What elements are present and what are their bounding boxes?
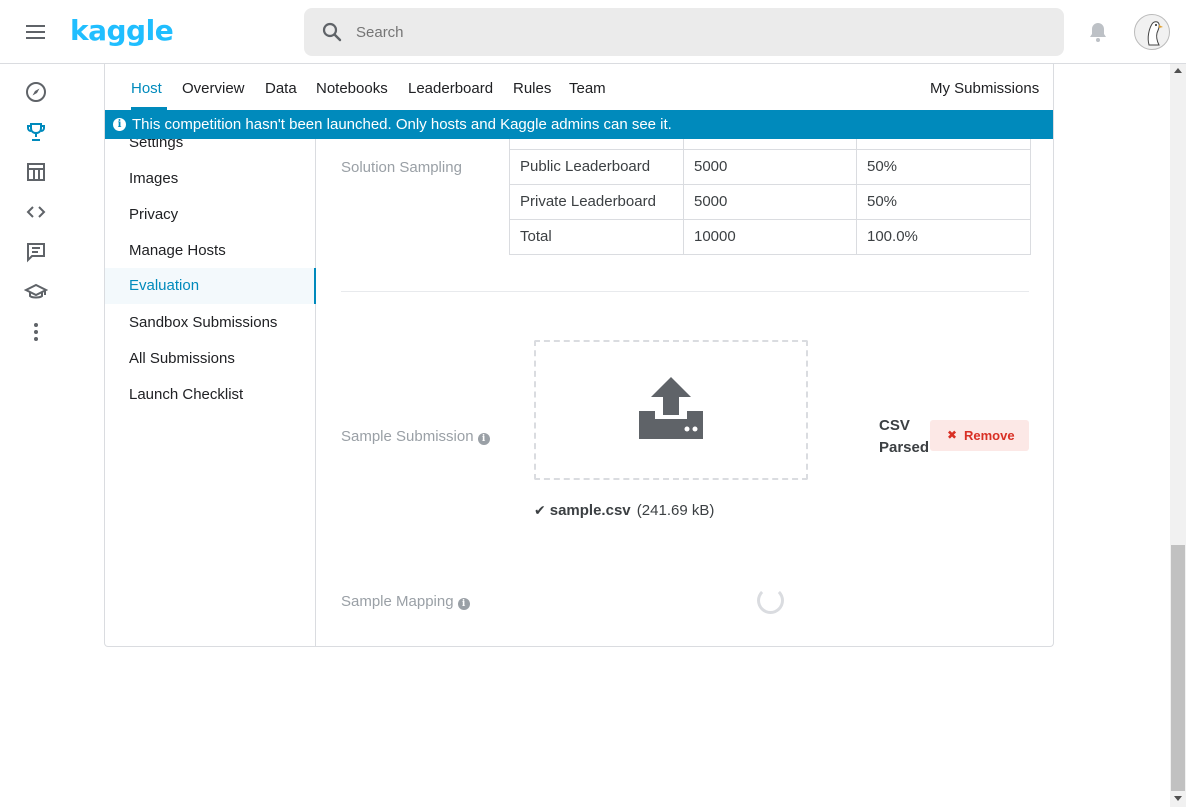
tab-notebooks[interactable]: Notebooks — [316, 80, 388, 97]
table-cell: Public Leaderboard — [509, 148, 684, 185]
close-icon: ✖ — [947, 428, 958, 442]
table-cell: Total — [509, 218, 684, 255]
scroll-up-arrow-icon[interactable] — [1174, 68, 1182, 73]
tab-my-submissions[interactable]: My Submissions — [930, 80, 1039, 97]
sidebar-item-manage-hosts[interactable]: Manage Hosts — [105, 233, 316, 269]
remove-button-label: Remove — [964, 428, 1015, 443]
host-settings-sidebar: Settings Images Privacy Manage Hosts Eva… — [105, 64, 316, 646]
sidebar-item-privacy[interactable]: Privacy — [105, 197, 316, 233]
sample-mapping-label: Sample Mapping i — [341, 593, 470, 610]
sidebar-item-label: Sandbox Submissions — [129, 314, 278, 331]
file-name: sample.csv — [549, 502, 631, 519]
tab-rules[interactable]: Rules — [513, 80, 551, 97]
search-input[interactable] — [356, 20, 1036, 44]
trophy-icon[interactable] — [24, 120, 48, 144]
competition-tabs: Host Overview Data Notebooks Leaderboard… — [105, 64, 1053, 110]
tab-leaderboard[interactable]: Leaderboard — [408, 80, 493, 97]
top-bar: kaggle — [0, 0, 1186, 64]
info-icon[interactable]: i — [457, 598, 470, 610]
avatar-goose-icon — [1147, 21, 1163, 46]
tab-team[interactable]: Team — [569, 80, 606, 97]
sidebar-item-images[interactable]: Images — [105, 161, 316, 197]
table-cell: Private Leaderboard — [509, 183, 684, 220]
sidebar-item-evaluation[interactable]: Evaluation — [105, 268, 316, 304]
sidebar-item-label: Evaluation — [129, 277, 200, 294]
more-vertical-icon[interactable] — [24, 320, 48, 344]
sample-submission-label-text: Sample Submission — [341, 428, 474, 445]
loading-spinner-icon — [757, 587, 784, 614]
sidebar-item-label: All Submissions — [129, 350, 235, 367]
competition-host-card: Settings Images Privacy Manage Hosts Eva… — [104, 64, 1054, 647]
solution-sampling-label: Solution Sampling — [341, 159, 462, 176]
tab-host[interactable]: Host — [131, 80, 162, 97]
sidebar-item-label: Launch Checklist — [129, 386, 244, 403]
left-icon-nav — [0, 64, 72, 807]
table-row: Total 10000 100.0% — [509, 218, 1031, 255]
table-cell: 100.0% — [856, 218, 1031, 255]
page-scrollbar[interactable] — [1170, 64, 1186, 807]
banner-text: This competition hasn't been launched. O… — [132, 116, 672, 133]
user-avatar[interactable] — [1134, 14, 1170, 50]
tab-overview[interactable]: Overview — [182, 80, 245, 97]
table-cell: 10000 — [683, 218, 857, 255]
code-icon[interactable] — [24, 200, 48, 224]
hamburger-menu-icon[interactable] — [24, 22, 48, 42]
compass-icon[interactable] — [24, 80, 48, 104]
table-row: Private Leaderboard 5000 50% — [509, 183, 1031, 220]
search-icon — [322, 22, 342, 42]
table-row: Public Leaderboard 5000 50% — [509, 148, 1031, 185]
file-size: (241.69 kB) — [636, 502, 715, 519]
sidebar-item-label: Privacy — [129, 206, 179, 223]
remove-file-button[interactable]: ✖ Remove — [930, 420, 1029, 451]
sidebar-item-launch-checklist[interactable]: Launch Checklist — [105, 377, 316, 413]
tab-data[interactable]: Data — [265, 80, 297, 97]
solution-sampling-table: Public Leaderboard 5000 50% Private Lead… — [509, 129, 1031, 255]
info-icon: i — [113, 118, 126, 131]
table-cell: 5000 — [683, 148, 857, 185]
scrollbar-thumb[interactable] — [1171, 545, 1185, 791]
table-icon[interactable] — [24, 160, 48, 184]
file-upload-dropzone[interactable] — [534, 340, 808, 480]
notifications-bell-icon[interactable] — [1086, 20, 1110, 44]
graduation-cap-icon[interactable] — [24, 280, 48, 304]
sidebar-item-label: Images — [129, 170, 179, 187]
info-icon[interactable]: i — [477, 433, 490, 445]
scroll-down-arrow-icon[interactable] — [1174, 796, 1182, 801]
sample-submission-label: Sample Submission i — [341, 428, 490, 445]
search-bar[interactable] — [304, 8, 1064, 56]
kaggle-logo[interactable]: kaggle — [70, 14, 174, 47]
checkmark-icon: ✔ — [534, 502, 546, 518]
upload-icon — [639, 377, 703, 439]
discussion-icon[interactable] — [24, 240, 48, 264]
uploaded-file-info: ✔ sample.csv (241.69 kB) — [534, 502, 714, 519]
sidebar-item-sandbox-submissions[interactable]: Sandbox Submissions — [105, 305, 316, 341]
sidebar-item-all-submissions[interactable]: All Submissions — [105, 341, 316, 377]
sidebar-item-label: Manage Hosts — [129, 242, 226, 259]
sample-mapping-label-text: Sample Mapping — [341, 593, 454, 610]
section-divider — [341, 291, 1029, 292]
table-cell: 5000 — [683, 183, 857, 220]
table-cell: 50% — [856, 183, 1031, 220]
table-cell: 50% — [856, 148, 1031, 185]
not-launched-banner: i This competition hasn't been launched.… — [105, 110, 1053, 139]
csv-parsed-status: CSV Parsed — [879, 417, 930, 456]
